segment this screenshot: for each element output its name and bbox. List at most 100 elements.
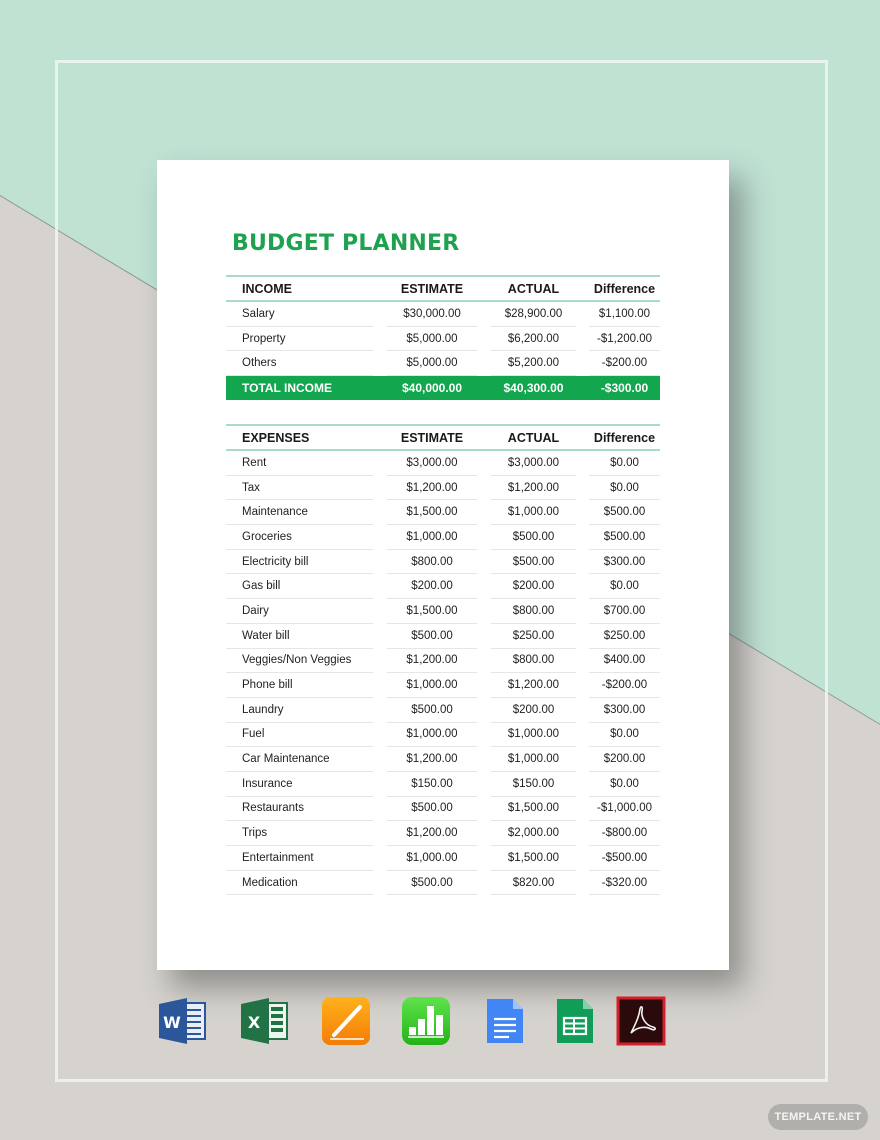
item-label: Fuel bbox=[226, 723, 373, 748]
estimate-value: $1,200.00 bbox=[387, 476, 477, 501]
difference-value: -$500.00 bbox=[589, 846, 660, 871]
income-row: Property $5,000.00 $6,200.00 -$1,200.00 bbox=[226, 327, 660, 352]
column-header: ESTIMATE bbox=[400, 281, 464, 296]
expense-row: Maintenance $1,500.00 $1,000.00 $500.00 bbox=[226, 500, 660, 526]
estimate-value: $1,200.00 bbox=[387, 821, 477, 846]
expense-row: Medication $500.00 $820.00 -$320.00 bbox=[226, 871, 660, 896]
item-label: Rent bbox=[226, 451, 373, 476]
template-net-watermark: TEMPLATE.NET bbox=[768, 1104, 868, 1130]
item-label: Restaurants bbox=[226, 797, 373, 822]
estimate-value: $500.00 bbox=[387, 871, 477, 896]
difference-value: $700.00 bbox=[589, 599, 660, 624]
google-docs-icon[interactable] bbox=[479, 995, 531, 1047]
actual-value: $200.00 bbox=[491, 698, 576, 723]
google-sheets-icon[interactable] bbox=[549, 995, 601, 1047]
difference-value: $400.00 bbox=[589, 649, 660, 674]
column-header: Difference bbox=[593, 281, 656, 296]
actual-value: $2,000.00 bbox=[491, 821, 576, 846]
estimate-value: $1,500.00 bbox=[387, 500, 477, 526]
document-page: BUDGET PLANNER INCOME ESTIMATE ACTUAL Di… bbox=[157, 160, 729, 970]
estimate-value: $1,000.00 bbox=[387, 525, 477, 550]
actual-value: $1,000.00 bbox=[491, 747, 576, 772]
estimate-value: $1,200.00 bbox=[387, 649, 477, 674]
expense-row: Dairy $1,500.00 $800.00 $700.00 bbox=[226, 599, 660, 624]
column-header: EXPENSES bbox=[242, 430, 310, 445]
total-label: TOTAL INCOME bbox=[242, 381, 332, 396]
item-label: Maintenance bbox=[226, 500, 373, 526]
svg-text:X: X bbox=[248, 1013, 261, 1032]
expense-row: Tax $1,200.00 $1,200.00 $0.00 bbox=[226, 476, 660, 501]
expense-row: Fuel $1,000.00 $1,000.00 $0.00 bbox=[226, 723, 660, 748]
item-label: Medication bbox=[226, 871, 373, 896]
difference-value: -$200.00 bbox=[589, 351, 660, 377]
column-header: ACTUAL bbox=[507, 430, 560, 445]
difference-value: $300.00 bbox=[589, 698, 660, 723]
expense-row: Electricity bill $800.00 $500.00 $300.00 bbox=[226, 550, 660, 575]
item-label: Salary bbox=[226, 302, 373, 327]
total-difference: -$300.00 bbox=[600, 381, 649, 396]
expense-row: Trips $1,200.00 $2,000.00 -$800.00 bbox=[226, 821, 660, 846]
difference-value: $500.00 bbox=[589, 500, 660, 526]
numbers-icon[interactable] bbox=[400, 995, 452, 1047]
item-label: Laundry bbox=[226, 698, 373, 723]
expense-row: Restaurants $500.00 $1,500.00 -$1,000.00 bbox=[226, 797, 660, 822]
total-income-row: TOTAL INCOME $40,000.00 $40,300.00 -$300… bbox=[226, 376, 660, 401]
actual-value: $1,000.00 bbox=[491, 500, 576, 526]
item-label: Gas bill bbox=[226, 574, 373, 600]
actual-value: $1,500.00 bbox=[491, 797, 576, 822]
difference-value: $0.00 bbox=[589, 476, 660, 501]
difference-value: $0.00 bbox=[589, 451, 660, 476]
estimate-value: $1,000.00 bbox=[387, 846, 477, 871]
actual-value: $5,200.00 bbox=[491, 351, 576, 377]
item-label: Phone bill bbox=[226, 673, 373, 698]
estimate-value: $1,000.00 bbox=[387, 673, 477, 698]
total-actual: $40,300.00 bbox=[503, 381, 564, 396]
estimate-value: $1,200.00 bbox=[387, 747, 477, 772]
expense-row: Water bill $500.00 $250.00 $250.00 bbox=[226, 624, 660, 649]
expenses-table: EXPENSES ESTIMATE ACTUAL Difference Rent… bbox=[226, 424, 660, 896]
difference-value: $200.00 bbox=[589, 747, 660, 772]
excel-icon[interactable]: X bbox=[239, 995, 291, 1047]
expense-row: Entertainment $1,000.00 $1,500.00 -$500.00 bbox=[226, 846, 660, 871]
expense-row: Groceries $1,000.00 $500.00 $500.00 bbox=[226, 525, 660, 550]
actual-value: $200.00 bbox=[491, 574, 576, 600]
actual-value: $1,500.00 bbox=[491, 846, 576, 871]
actual-value: $1,200.00 bbox=[491, 673, 576, 698]
actual-value: $820.00 bbox=[491, 871, 576, 896]
expense-row: Car Maintenance $1,200.00 $1,000.00 $200.00 bbox=[226, 747, 660, 772]
item-label: Groceries bbox=[226, 525, 373, 550]
actual-value: $6,200.00 bbox=[491, 327, 576, 352]
item-label: Property bbox=[226, 327, 373, 352]
estimate-value: $500.00 bbox=[387, 698, 477, 723]
estimate-value: $500.00 bbox=[387, 624, 477, 649]
item-label: Entertainment bbox=[226, 846, 373, 871]
estimate-value: $1,000.00 bbox=[387, 723, 477, 748]
expense-row: Rent $3,000.00 $3,000.00 $0.00 bbox=[226, 451, 660, 476]
income-row: Salary $30,000.00 $28,900.00 $1,100.00 bbox=[226, 302, 660, 327]
expense-row: Phone bill $1,000.00 $1,200.00 -$200.00 bbox=[226, 673, 660, 698]
expense-row: Insurance $150.00 $150.00 $0.00 bbox=[226, 772, 660, 797]
actual-value: $28,900.00 bbox=[491, 302, 576, 327]
difference-value: -$200.00 bbox=[589, 673, 660, 698]
difference-value: $0.00 bbox=[589, 772, 660, 797]
item-label: Insurance bbox=[226, 772, 373, 797]
acrobat-pdf-icon[interactable] bbox=[615, 995, 667, 1047]
word-icon[interactable]: W bbox=[157, 995, 209, 1047]
column-header: ESTIMATE bbox=[400, 430, 464, 445]
item-label: Electricity bill bbox=[226, 550, 373, 575]
pages-icon[interactable] bbox=[320, 995, 372, 1047]
difference-value: $0.00 bbox=[589, 574, 660, 600]
estimate-value: $200.00 bbox=[387, 574, 477, 600]
difference-value: -$320.00 bbox=[589, 871, 660, 896]
actual-value: $250.00 bbox=[491, 624, 576, 649]
income-row: Others $5,000.00 $5,200.00 -$200.00 bbox=[226, 351, 660, 377]
estimate-value: $5,000.00 bbox=[387, 327, 477, 352]
actual-value: $500.00 bbox=[491, 525, 576, 550]
actual-value: $3,000.00 bbox=[491, 451, 576, 476]
estimate-value: $30,000.00 bbox=[387, 302, 477, 327]
estimate-value: $5,000.00 bbox=[387, 351, 477, 377]
page-title: BUDGET PLANNER bbox=[232, 231, 460, 256]
estimate-value: $150.00 bbox=[387, 772, 477, 797]
income-table: INCOME ESTIMATE ACTUAL Difference Salary… bbox=[226, 275, 660, 401]
difference-value: $1,100.00 bbox=[589, 302, 660, 327]
